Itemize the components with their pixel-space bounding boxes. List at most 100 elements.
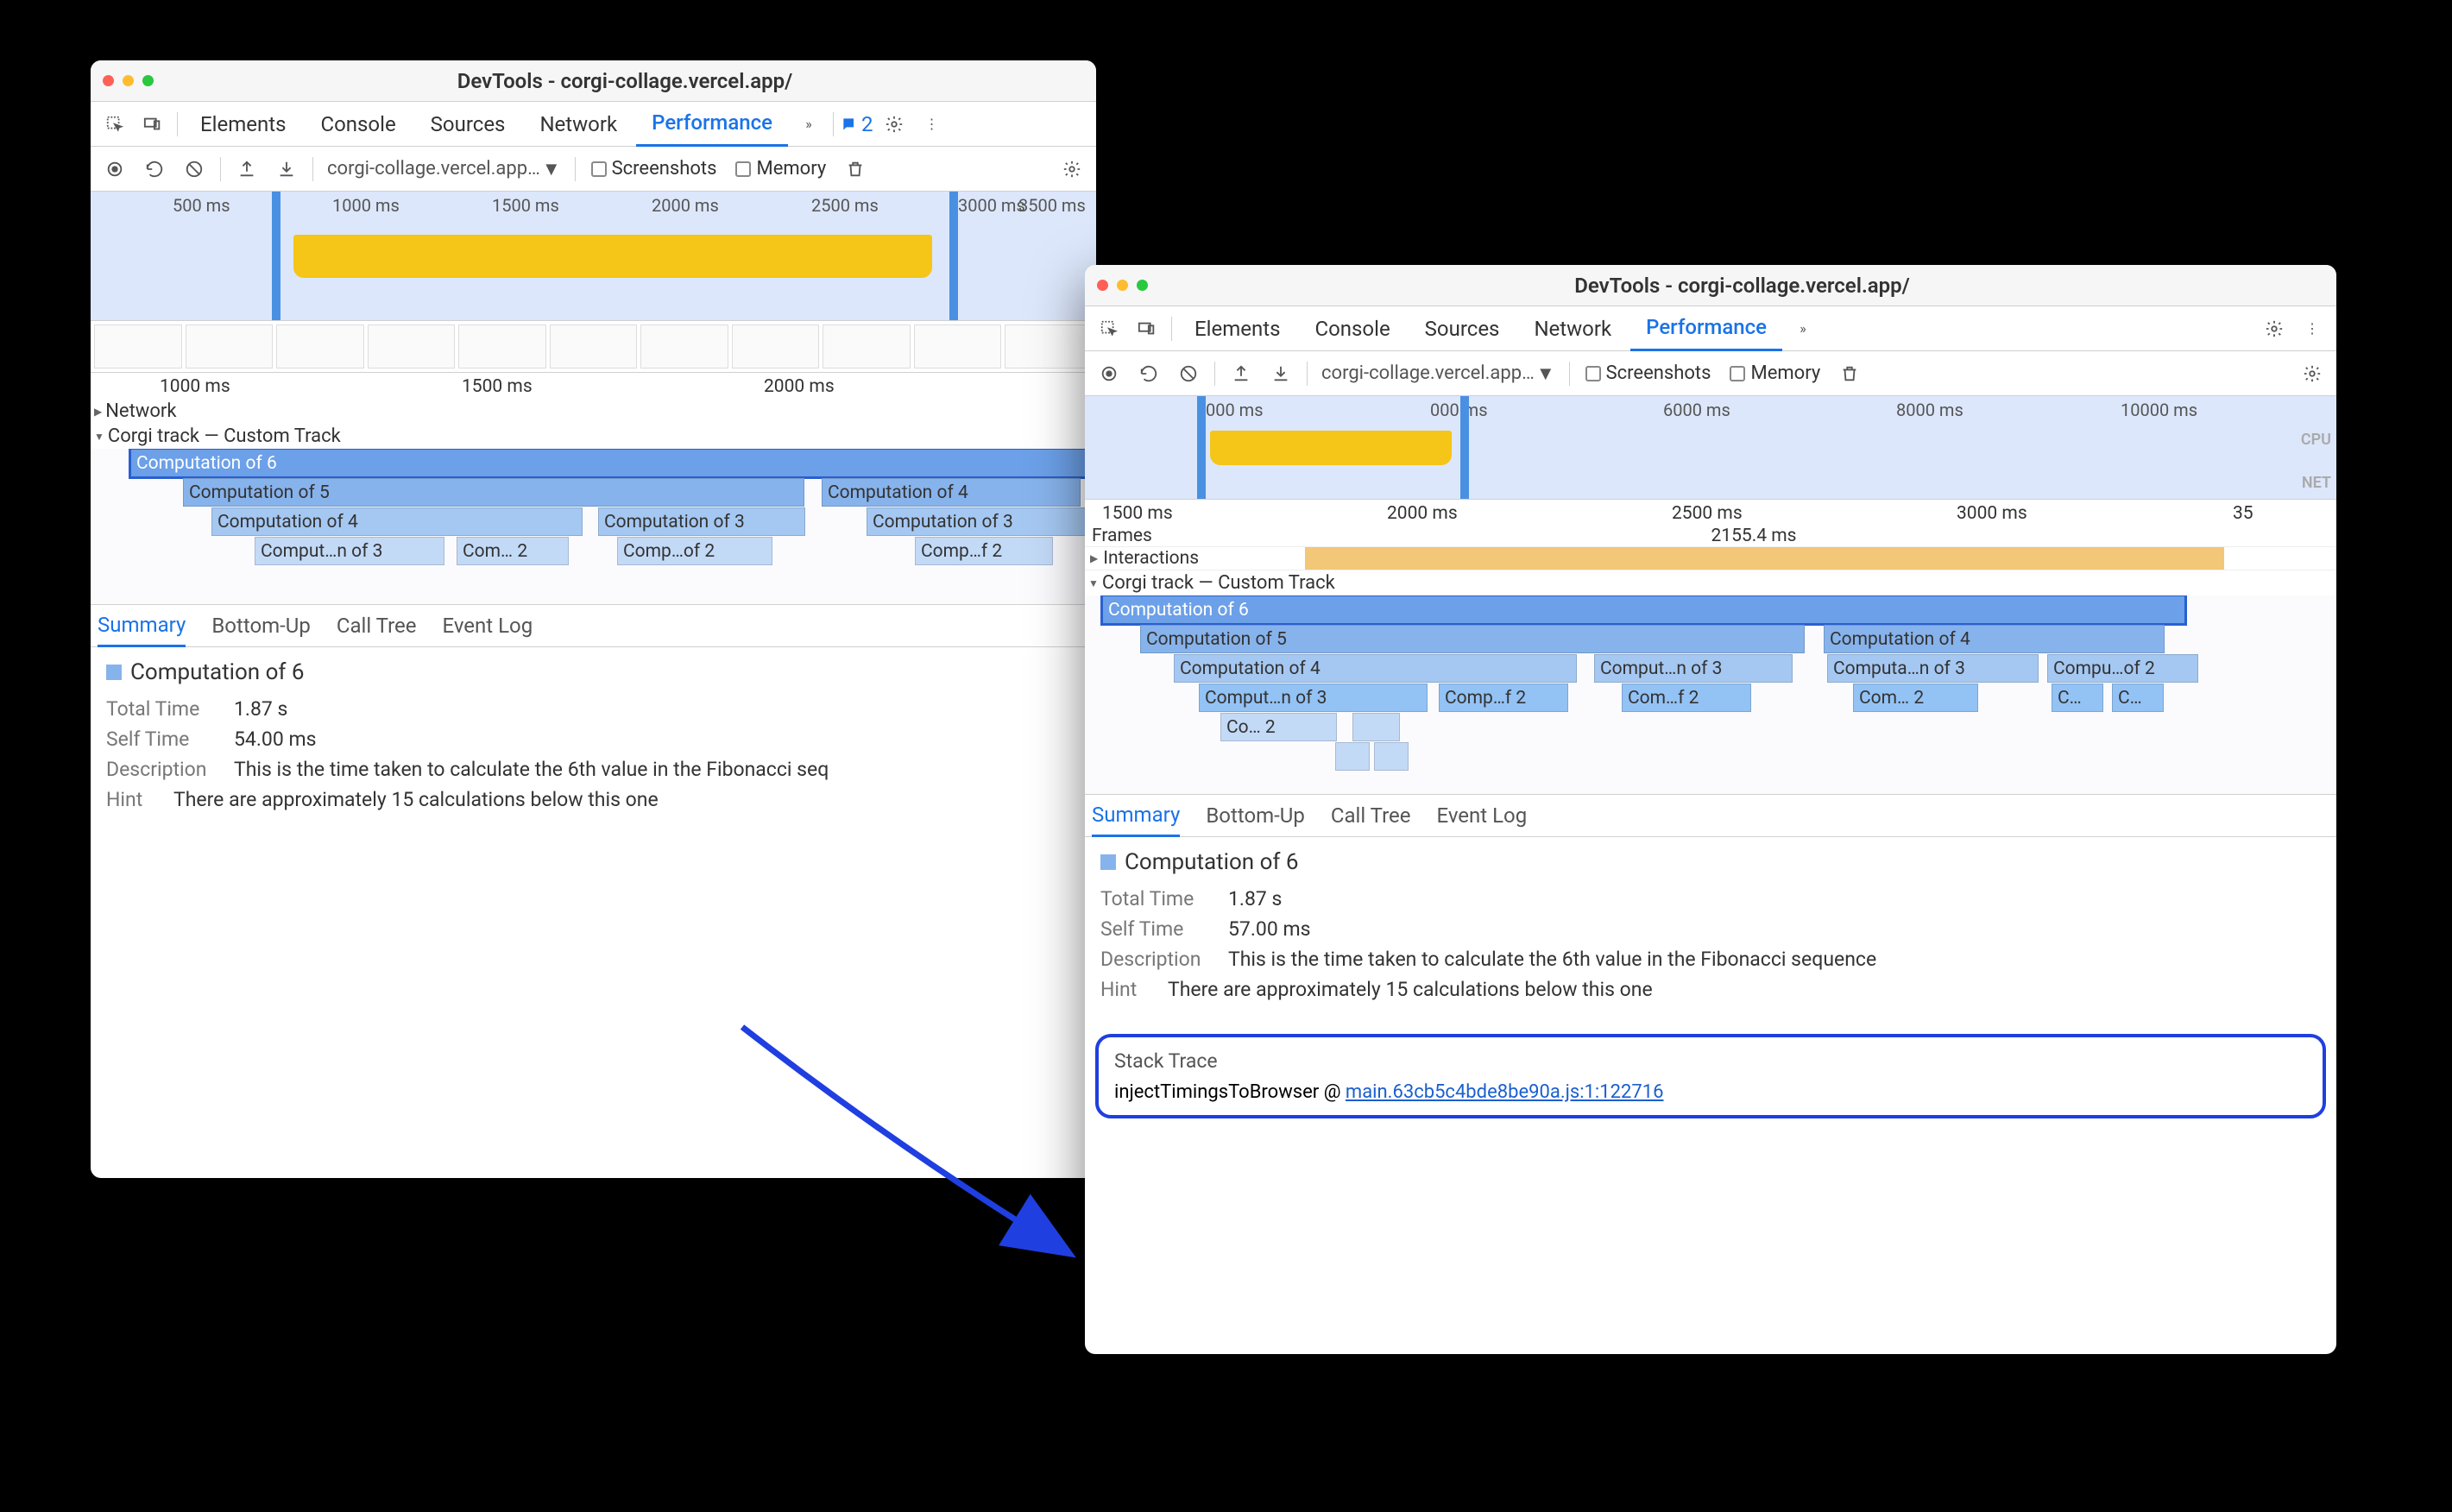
interactions-row[interactable]: ▶ Interactions [1085,547,2336,570]
traffic-lights[interactable] [1097,280,1148,291]
flame-bar[interactable]: Com… 2 [457,537,569,565]
record-icon[interactable] [1092,356,1126,391]
overview-timeline[interactable]: 500 ms 1000 ms 1500 ms 2000 ms 2500 ms 3… [91,192,1096,321]
minimize-icon[interactable] [123,75,134,86]
device-icon[interactable] [1130,312,1164,346]
flame-bar[interactable]: Computation of 4 [1824,625,2165,653]
dtab-summary[interactable]: Summary [1092,794,1180,837]
kebab-icon[interactable]: ⋮ [2295,312,2329,346]
traffic-lights[interactable] [103,75,154,86]
dtab-summary[interactable]: Summary [98,604,186,647]
flame-bar[interactable]: Computation of 3 [598,507,805,536]
flame-bar[interactable]: Comput…n of 3 [255,537,444,565]
clear-icon[interactable] [1171,356,1206,391]
device-icon[interactable] [136,107,170,142]
overview-timeline[interactable]: 000 ms 000 ms 6000 ms 8000 ms 10000 ms C… [1085,396,2336,500]
flame-bar[interactable]: Computation of 3 [867,507,1096,536]
screenshots-checkbox[interactable]: Screenshots [1579,362,1718,384]
dtab-bottom-up[interactable]: Bottom-Up [211,604,311,647]
dtab-event-log[interactable]: Event Log [442,604,533,647]
tab-console[interactable]: Console [1299,306,1405,351]
thumb[interactable] [94,324,182,369]
tab-elements[interactable]: Elements [1179,306,1295,351]
flame-bar[interactable]: Computa…n of 3 [1827,654,2039,683]
range-handle-left[interactable] [272,192,280,320]
tab-sources[interactable]: Sources [1409,306,1516,351]
flame-bar[interactable] [1374,742,1409,771]
gear-icon[interactable] [2295,356,2329,391]
tab-console[interactable]: Console [305,102,411,147]
dtab-event-log[interactable]: Event Log [1436,794,1527,837]
thumb[interactable] [1005,324,1093,369]
thumb[interactable] [186,324,274,369]
flame-bar[interactable]: Com…f 2 [1622,684,1751,712]
close-icon[interactable] [103,75,114,86]
upload-icon[interactable] [230,152,264,186]
custom-track-header[interactable]: ▼Corgi track — Custom Track [91,424,1096,449]
tab-network[interactable]: Network [1518,306,1627,351]
minimize-icon[interactable] [1117,280,1128,291]
url-select[interactable]: corgi-collage.vercel.app…▼ [1316,362,1560,385]
screenshots-checkbox[interactable]: Screenshots [584,158,724,180]
clear-icon[interactable] [177,152,211,186]
main-ruler[interactable]: 1500 ms 2000 ms 2500 ms 3000 ms 35 [1085,500,2336,526]
memory-checkbox[interactable]: Memory [728,158,833,180]
flame-bar[interactable]: Computation of 5 [183,478,804,507]
thumb[interactable] [550,324,638,369]
reload-icon[interactable] [137,152,172,186]
reload-icon[interactable] [1131,356,1166,391]
range-handle-right[interactable] [949,192,958,320]
flame-bar[interactable]: Co… 2 [1220,713,1337,741]
flame-chart[interactable]: Computation of 6Computation of 5Computat… [1085,595,2336,794]
range-handle-right[interactable] [1460,396,1469,499]
download-icon[interactable] [1264,356,1298,391]
thumb[interactable] [368,324,456,369]
url-select[interactable]: corgi-collage.vercel.app…▼ [322,158,566,180]
tab-performance[interactable]: Performance [1630,306,1782,351]
gear-icon[interactable] [2257,312,2291,346]
trash-icon[interactable] [838,152,873,186]
flame-bar[interactable] [1352,713,1400,741]
thumb[interactable] [640,324,728,369]
thumb[interactable] [823,324,911,369]
tab-sources[interactable]: Sources [415,102,521,147]
gear-icon[interactable] [1055,152,1089,186]
inspect-icon[interactable] [1092,312,1126,346]
more-tabs-icon[interactable]: » [791,107,826,142]
flame-bar[interactable]: Compu…of 2 [2047,654,2198,683]
kebab-icon[interactable]: ⋮ [915,107,949,142]
tab-performance[interactable]: Performance [636,102,788,147]
thumb[interactable] [276,324,364,369]
flame-bar[interactable]: C… [2052,684,2103,712]
flame-bar[interactable]: Computation of 4 [211,507,583,536]
dtab-bottom-up[interactable]: Bottom-Up [1206,794,1305,837]
close-icon[interactable] [1097,280,1108,291]
thumb[interactable] [458,324,546,369]
custom-track-header[interactable]: ▼Corgi track — Custom Track [1085,570,2336,595]
flame-bar[interactable]: Computation of 4 [1174,654,1577,683]
thumb[interactable] [914,324,1002,369]
download-icon[interactable] [269,152,304,186]
maximize-icon[interactable] [142,75,154,86]
dtab-call-tree[interactable]: Call Tree [1331,794,1411,837]
issues-badge[interactable]: 2 [841,112,873,136]
memory-checkbox[interactable]: Memory [1723,362,1827,384]
range-handle-left[interactable] [1197,396,1206,499]
flame-bar[interactable] [1335,742,1370,771]
gear-icon[interactable] [877,107,911,142]
tab-elements[interactable]: Elements [185,102,301,147]
thumb[interactable] [732,324,820,369]
flame-bar[interactable]: Computation of 6 [1102,595,2185,624]
main-ruler[interactable]: 1000 ms 1500 ms 2000 ms [91,373,1096,399]
inspect-icon[interactable] [98,107,132,142]
flame-bar[interactable]: Comput…n of 3 [1199,684,1428,712]
trash-icon[interactable] [1832,356,1867,391]
more-tabs-icon[interactable]: » [1786,312,1820,346]
record-icon[interactable] [98,152,132,186]
flame-bar[interactable]: Computation of 4 [822,478,1081,507]
flame-bar[interactable]: Com… 2 [1853,684,1978,712]
flame-bar[interactable]: Comp…f 2 [915,537,1053,565]
flame-chart[interactable]: Computation of 6Computation of 5Computat… [91,449,1096,604]
network-track-header[interactable]: ▶Network [91,399,1096,424]
stack-link[interactable]: main.63cb5c4bde8be90a.js:1:122716 [1346,1081,1664,1103]
